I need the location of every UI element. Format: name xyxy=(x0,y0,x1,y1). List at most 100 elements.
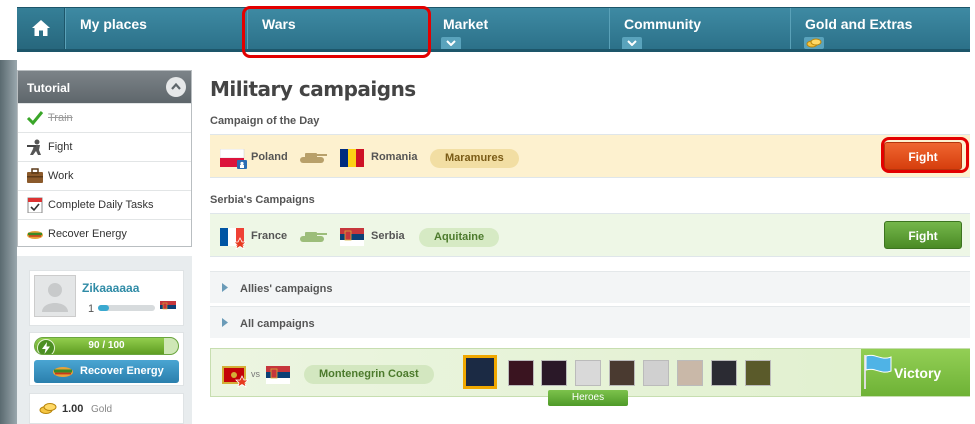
gold-coins-icon xyxy=(39,403,57,414)
tutorial-item-label: Recover Energy xyxy=(48,228,127,240)
check-icon xyxy=(26,111,44,126)
nav-gold-and-extras[interactable]: Gold and Extras xyxy=(790,8,970,49)
tutorial-item-fight[interactable]: Fight xyxy=(18,132,191,161)
tutorial-item-label: Complete Daily Tasks xyxy=(48,199,154,211)
tutorial-panel: Tutorial Train Fight Work Complete Daily… xyxy=(17,70,192,247)
campaign-of-day-label: Campaign of the Day xyxy=(210,115,320,127)
food-icon xyxy=(53,367,73,377)
region-badge[interactable]: Maramures xyxy=(430,149,519,168)
nav-my-places[interactable]: My places xyxy=(65,8,247,49)
tutorial-item-label: Work xyxy=(48,170,74,182)
chevron-down-icon xyxy=(627,40,637,46)
level-number: 1 xyxy=(88,303,95,315)
tutorial-header: Tutorial xyxy=(18,71,191,103)
home-icon xyxy=(32,20,50,36)
recover-energy-label: Recover Energy xyxy=(80,365,164,377)
collapse-button[interactable] xyxy=(166,77,186,97)
user-silhouette-icon xyxy=(42,283,68,312)
briefcase-icon xyxy=(27,168,43,183)
heroes-ribbon: Heroes xyxy=(548,390,628,406)
tutorial-item-daily-tasks[interactable]: Complete Daily Tasks xyxy=(18,190,191,219)
page-title: Military campaigns xyxy=(210,77,416,101)
vs-label: vs xyxy=(251,369,260,379)
community-dropdown[interactable] xyxy=(622,37,642,49)
serbia-flag-icon xyxy=(160,301,176,313)
tutorial-item-work[interactable]: Work xyxy=(18,161,191,190)
nav-market[interactable]: Market xyxy=(428,8,609,49)
tutorial-item-label: Train xyxy=(48,112,73,124)
hero-avatar[interactable] xyxy=(677,360,703,386)
energy-text: 90 / 100 xyxy=(88,340,125,351)
serbia-flag-icon xyxy=(266,366,290,384)
nav-label: Market xyxy=(443,16,489,32)
montenegro-flag-icon xyxy=(222,366,249,388)
hero-avatar[interactable] xyxy=(609,360,635,386)
tutorial-item-recover-energy[interactable]: Recover Energy xyxy=(18,219,191,248)
lightning-icon xyxy=(42,342,50,354)
fight-button[interactable]: Fight xyxy=(884,221,962,249)
xp-fill xyxy=(98,305,110,311)
chevron-up-icon xyxy=(171,83,181,90)
food-icon xyxy=(27,231,43,239)
victory-label: Victory xyxy=(894,365,942,381)
avatar[interactable] xyxy=(34,275,76,317)
hero-avatar[interactable] xyxy=(541,360,567,386)
serbia-campaign-row[interactable]: France Serbia Aquitaine Fight xyxy=(210,213,970,257)
profile-box: Zikaaaaaa 1 xyxy=(29,270,184,326)
tank-icon xyxy=(300,153,327,163)
recover-energy-button[interactable]: Recover Energy xyxy=(34,360,179,383)
gold-unit: Gold xyxy=(91,404,113,415)
gold-coins-icon xyxy=(804,37,824,49)
hero-avatar[interactable] xyxy=(643,360,669,386)
hero-avatar[interactable] xyxy=(463,355,497,389)
defender-name[interactable]: Romania xyxy=(371,151,417,163)
serbia-flag-icon xyxy=(340,228,364,246)
xp-bar xyxy=(98,305,155,311)
region-badge[interactable]: Aquitaine xyxy=(419,228,500,247)
nav-label: Gold and Extras xyxy=(805,16,913,32)
serbia-campaigns-label: Serbia's Campaigns xyxy=(210,194,315,206)
home-button[interactable] xyxy=(17,8,65,49)
calendar-icon xyxy=(27,197,43,213)
nav-label: My places xyxy=(80,16,147,32)
top-navigation: My places Wars Market Community Gold and… xyxy=(17,7,970,52)
nav-label: Community xyxy=(624,16,701,32)
fight-highlight xyxy=(881,137,969,173)
hero-avatar[interactable] xyxy=(711,360,737,386)
attacker-name[interactable]: Poland xyxy=(251,151,288,163)
hero-avatar[interactable] xyxy=(508,360,534,386)
tank-icon xyxy=(300,232,327,242)
energy-bar: 90 / 100 xyxy=(34,337,179,355)
allies-campaigns-label: Allies' campaigns xyxy=(240,283,333,295)
all-campaigns-label: All campaigns xyxy=(240,318,315,330)
nav-community[interactable]: Community xyxy=(609,8,790,49)
market-dropdown[interactable] xyxy=(441,37,461,49)
victory-badge: Victory xyxy=(861,349,970,396)
tutorial-title: Tutorial xyxy=(27,81,71,95)
all-campaigns-toggle[interactable]: All campaigns xyxy=(210,306,970,338)
gold-box: 1.00 Gold xyxy=(29,393,184,424)
allies-campaigns-toggle[interactable]: Allies' campaigns xyxy=(210,271,970,303)
tutorial-item-label: Fight xyxy=(48,141,73,153)
energy-box: 90 / 100 Recover Energy xyxy=(29,332,184,386)
wars-highlight xyxy=(242,6,431,58)
hero-avatar[interactable] xyxy=(575,360,601,386)
triangle-right-icon xyxy=(222,283,228,292)
campaign-of-day-row[interactable]: Poland Romania Maramures Fight xyxy=(210,134,970,178)
poland-flag-icon xyxy=(220,149,247,169)
username-link[interactable]: Zikaaaaaa xyxy=(82,281,139,295)
flag-icon xyxy=(864,354,892,389)
hero-avatar[interactable] xyxy=(745,360,771,386)
soldier-icon xyxy=(27,139,41,155)
france-flag-icon xyxy=(220,228,247,250)
defender-name[interactable]: Serbia xyxy=(371,230,405,242)
region-badge[interactable]: Montenegrin Coast xyxy=(304,365,434,384)
gold-amount: 1.00 xyxy=(62,403,84,415)
energy-bolt-badge xyxy=(37,339,55,354)
triangle-right-icon xyxy=(222,318,228,327)
chevron-down-icon xyxy=(446,40,456,46)
romania-flag-icon xyxy=(340,149,364,167)
attacker-name[interactable]: France xyxy=(251,230,287,242)
tutorial-item-train[interactable]: Train xyxy=(18,103,191,132)
background-strip xyxy=(0,60,17,424)
